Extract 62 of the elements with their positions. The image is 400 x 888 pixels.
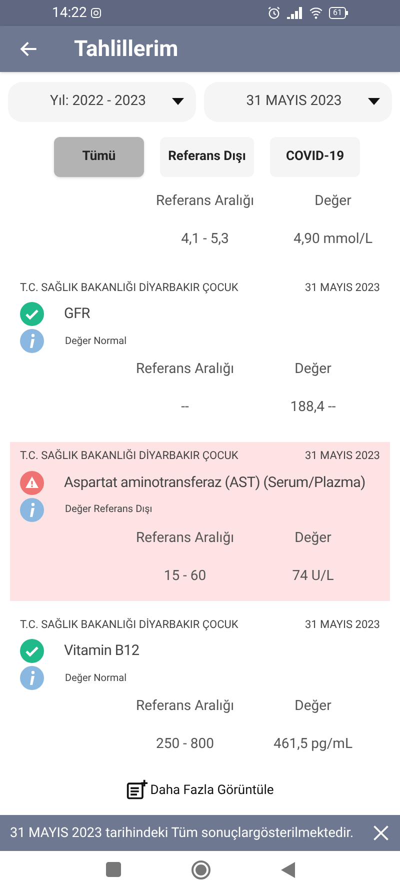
result-value: 188,4 -- [289,398,337,418]
dropdown[interactable]: Yıl: 2022 - 2023 [8,82,196,122]
result-date: 31 MAYIS 2023 [304,616,380,633]
filter-tab[interactable]: Referans Dışı [160,136,254,177]
wifi-icon [308,6,324,20]
clock: 14:22 [52,4,87,23]
battery-level: 61 [333,9,342,18]
reference-range: 4,1 - 5,3 [180,230,230,249]
close-icon [372,824,390,842]
screen-title: Tahlillerim [74,36,178,64]
result-value: 4,90 mmol/L [292,230,374,249]
info-icon [20,666,44,690]
reference-range: 15 - 60 [162,566,208,586]
dropdown[interactable]: 31 MAYIS 2023 [204,82,392,122]
filter-tab[interactable]: Tümü [54,136,144,177]
status-note: Değer Normal [65,334,127,349]
home-button[interactable] [190,860,210,880]
status-note: Değer Normal [65,672,127,686]
column-label: Değer [294,528,332,548]
result-date: 31 MAYIS 2023 [304,280,380,296]
institution-name: T.C. SAĞLIK BAKANLIĞI DİYARBAKIR ÇOCUK [20,448,238,464]
close-button[interactable] [372,824,390,842]
check-icon [20,302,44,326]
institution-name: T.C. SAĞLIK BAKANLIĞI DİYARBAKIR ÇOCUK [20,280,238,296]
test-name: Vitamin B12 [64,641,140,662]
column-label: Değer [314,192,352,211]
column-label: Referans Aralığı [134,528,236,548]
back-nav-button[interactable] [280,862,294,878]
caret-icon [172,98,184,106]
circle-icon [190,860,210,880]
signal-icon [287,7,303,20]
institution-name: T.C. SAĞLIK BAKANLIĞI DİYARBAKIR ÇOCUK [20,616,238,633]
reference-range: 250 - 800 [154,735,216,754]
result-date: 31 MAYIS 2023 [304,448,380,464]
square-icon [106,862,120,878]
check-icon [20,639,44,664]
status-note: Değer Referans Dışı [65,503,152,518]
camera-icon [90,7,102,20]
test-name: GFR [64,304,90,324]
caret-icon [368,98,380,106]
recents-button[interactable] [106,862,120,878]
result-value: 461,5 pg/mL [272,735,354,754]
result-item[interactable]: T.C. SAĞLIK BAKANLIĞI DİYARBAKIR ÇOCUK 31 MAYIS 2023 GFR Değer Normal Referans Aralığı Değer -- 188,4 -- [10,274,390,432]
info-icon [20,329,44,354]
snackbar-message: 31 MAYIS 2023 tarihindeki Tüm sonuçlargösterilmektedir. [10,824,355,844]
column-label: Referans Aralığı [134,360,236,380]
info-icon [20,498,44,522]
column-label: Referans Aralığı [154,192,256,211]
result-card[interactable]: T.C. SAĞLIK BAKANLIĞI DİYARBAKIR ÇOCUK 31 MAYIS 2023 Aspartat aminotransferaz (AST) (Serum/Plazma) Değer Referans Dışı Referans Aralığı Değer 15 - 60 74 U/L [10,442,390,601]
result-value: 74 U/L [291,566,335,586]
add-list-icon [126,779,148,802]
warning-icon [20,470,44,495]
reference-range: -- [180,398,190,418]
column-label: Değer [294,697,332,716]
alarm-icon [267,6,281,20]
test-name: Aspartat aminotransferaz (AST) (Serum/Plazma) [64,472,366,493]
result-item[interactable]: T.C. SAĞLIK BAKANLIĞI DİYARBAKIR ÇOCUK 31 MAYIS 2023 Vitamin B12 Değer Normal Referans Aralığı Değer 250 - 800 461,5 pg/mL [10,610,390,770]
column-label: Değer [294,360,332,380]
view-more-button[interactable]: Daha Fazla Görüntüle [126,779,274,802]
column-label: Referans Aralığı [134,697,236,716]
filter-tab[interactable]: COVID-19 [270,136,360,177]
triangle-icon [280,862,294,878]
